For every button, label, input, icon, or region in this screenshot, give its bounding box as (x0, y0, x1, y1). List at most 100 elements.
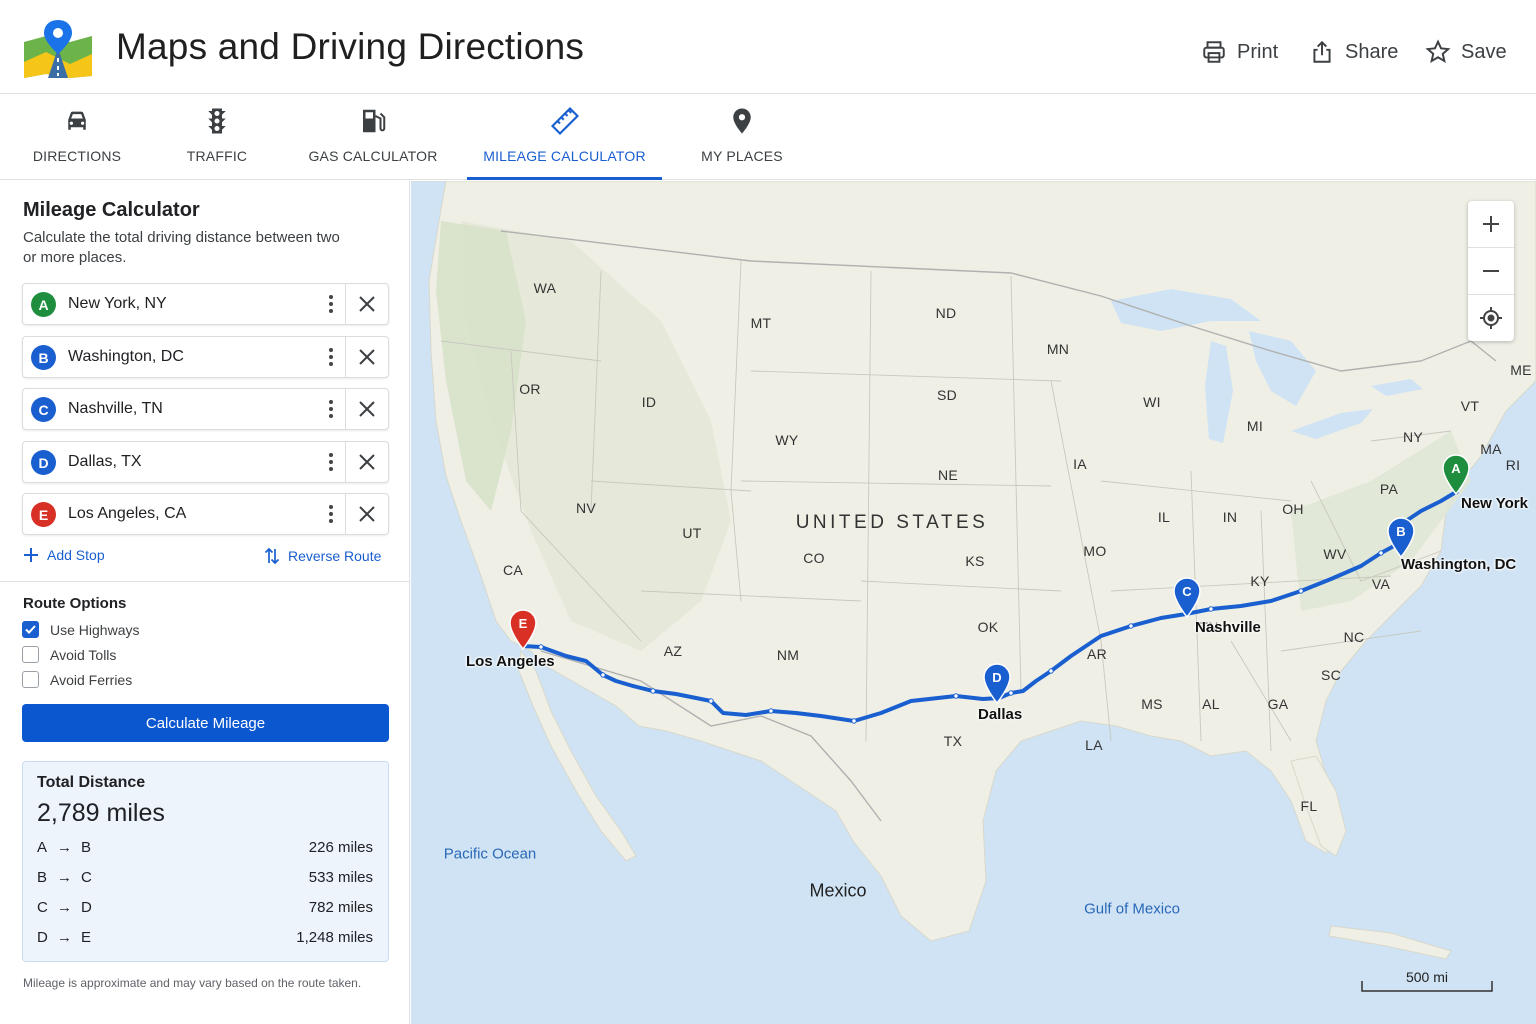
checkbox-unchecked[interactable] (22, 646, 39, 663)
city-label-los-angeles: Los Angeles (466, 653, 555, 670)
tab-mileage-calculator-label: MILEAGE CALCULATOR (483, 148, 646, 164)
avoid-tolls-label: Avoid Tolls (50, 646, 117, 663)
route-waypoint-dot (851, 718, 857, 724)
tab-directions-label: DIRECTIONS (32, 148, 122, 164)
calculate-mileage-button[interactable]: Calculate Mileage (22, 704, 389, 742)
stop-divider (345, 442, 346, 482)
state-label: SD (936, 387, 958, 403)
tab-traffic-label: TRAFFIC (186, 148, 248, 164)
stop-row-e[interactable]: E Los Angeles, CA (22, 493, 389, 535)
stop-name[interactable]: New York, NY (68, 295, 167, 313)
add-stop-button[interactable]: Add Stop (23, 547, 105, 563)
marker-e-pin-icon[interactable]: E (509, 609, 537, 651)
my-location-button[interactable] (1468, 295, 1514, 341)
checkbox-unchecked[interactable] (22, 671, 39, 688)
leg-from: D (37, 929, 48, 946)
stop-row-c[interactable]: C Nashville, TN (22, 388, 389, 430)
reverse-route-button[interactable]: Reverse Route (264, 547, 381, 565)
marker-b-letter: B (1396, 524, 1405, 539)
stop-menu-icon[interactable] (321, 293, 341, 315)
close-icon[interactable] (356, 503, 378, 525)
save-button[interactable]: Save (1425, 36, 1507, 68)
stop-menu-icon[interactable] (321, 451, 341, 473)
state-label: CO (803, 550, 825, 566)
marker-e-letter: E (519, 616, 528, 631)
route-waypoint-dot (708, 698, 714, 704)
stop-row-a[interactable]: A New York, NY (22, 283, 389, 325)
map-scale-bar: 500 mi (1361, 969, 1493, 993)
marker-a-pin-icon[interactable]: A (1442, 454, 1470, 496)
leg-row: A → B 226 miles (37, 839, 373, 859)
state-label: OK (977, 619, 999, 635)
gulf-of-mexico-label: Gulf of Mexico (1084, 900, 1180, 918)
app-title: Maps and Driving Directions (116, 26, 585, 67)
state-label: WA (533, 280, 557, 296)
print-button[interactable]: Print (1201, 36, 1278, 68)
print-icon (1203, 41, 1225, 63)
tab-my-places[interactable]: MY PLACES (697, 94, 787, 180)
stop-badge-e: E (31, 502, 56, 527)
leg-to: D (81, 899, 92, 916)
stop-menu-icon[interactable] (321, 503, 341, 525)
leg-row: D → E 1,248 miles (37, 929, 373, 949)
use-highways-checkbox[interactable]: Use Highways (22, 621, 139, 638)
stop-name[interactable]: Dallas, TX (68, 453, 142, 471)
stop-row-d[interactable]: D Dallas, TX (22, 441, 389, 483)
pacific-ocean-label: Pacific Ocean (443, 845, 537, 863)
car-icon (68, 111, 86, 130)
close-icon[interactable] (356, 398, 378, 420)
stop-menu-icon[interactable] (321, 346, 341, 368)
state-label: WY (775, 432, 799, 448)
total-distance-value: 2,789 miles (37, 799, 165, 827)
stop-name[interactable]: Los Angeles, CA (68, 505, 186, 523)
stop-divider (345, 337, 346, 377)
state-label: ND (935, 305, 957, 321)
close-icon[interactable] (356, 451, 378, 473)
zoom-out-button[interactable] (1468, 248, 1514, 294)
state-label: TX (943, 733, 963, 749)
zoom-in-icon (1483, 216, 1499, 232)
zoom-in-button[interactable] (1468, 201, 1514, 247)
stop-row-b[interactable]: B Washington, DC (22, 336, 389, 378)
close-icon[interactable] (356, 346, 378, 368)
share-label: Share (1345, 40, 1399, 63)
state-label: IL (1157, 509, 1171, 525)
tab-gas-calculator[interactable]: GAS CALCULATOR (303, 94, 443, 180)
marker-d-pin-icon[interactable]: D (983, 663, 1011, 705)
print-label: Print (1237, 40, 1279, 63)
total-distance-card: Total Distance 2,789 miles A → B 226 mil… (22, 761, 389, 962)
share-button[interactable]: Share (1309, 36, 1398, 68)
state-label: ME (1510, 362, 1532, 378)
scale-line (1361, 981, 1493, 992)
tab-mileage-calculator[interactable]: MILEAGE CALCULATOR (467, 94, 662, 180)
close-icon[interactable] (356, 293, 378, 315)
state-label: WV (1323, 546, 1347, 562)
state-label: MI (1246, 418, 1264, 434)
map-view[interactable]: WA OR CA NV ID MT WY UT AZ CO NM ND SD N… (411, 181, 1536, 1024)
avoid-ferries-checkbox[interactable]: Avoid Ferries (22, 671, 132, 688)
stop-menu-icon[interactable] (321, 398, 341, 420)
tab-traffic[interactable]: TRAFFIC (172, 94, 262, 180)
leg-row: C → D 782 miles (37, 899, 373, 919)
stop-name[interactable]: Washington, DC (68, 348, 184, 366)
arrow-right-icon: → (57, 899, 72, 916)
mexico-label: Mexico (809, 880, 867, 901)
state-label: AL (1202, 696, 1220, 712)
zoom-out-icon (1483, 270, 1499, 272)
stop-name[interactable]: Nashville, TN (68, 400, 163, 418)
panel-title: Mileage Calculator (23, 199, 200, 221)
state-label: SC (1320, 667, 1342, 683)
leg-from: B (37, 869, 48, 886)
state-label: AZ (663, 643, 683, 659)
leg-row: B → C 533 miles (37, 869, 373, 889)
checkbox-checked[interactable] (22, 621, 39, 638)
marker-c-pin-icon[interactable]: C (1173, 577, 1201, 619)
stop-divider (345, 494, 346, 534)
gas-pump-icon (363, 109, 386, 133)
country-label: UNITED STATES (795, 512, 989, 533)
marker-b-pin-icon[interactable]: B (1387, 517, 1415, 559)
active-tab-indicator (467, 177, 662, 180)
tab-directions[interactable]: DIRECTIONS (22, 94, 132, 180)
avoid-tolls-checkbox[interactable]: Avoid Tolls (22, 646, 116, 663)
state-label: KS (965, 553, 985, 569)
